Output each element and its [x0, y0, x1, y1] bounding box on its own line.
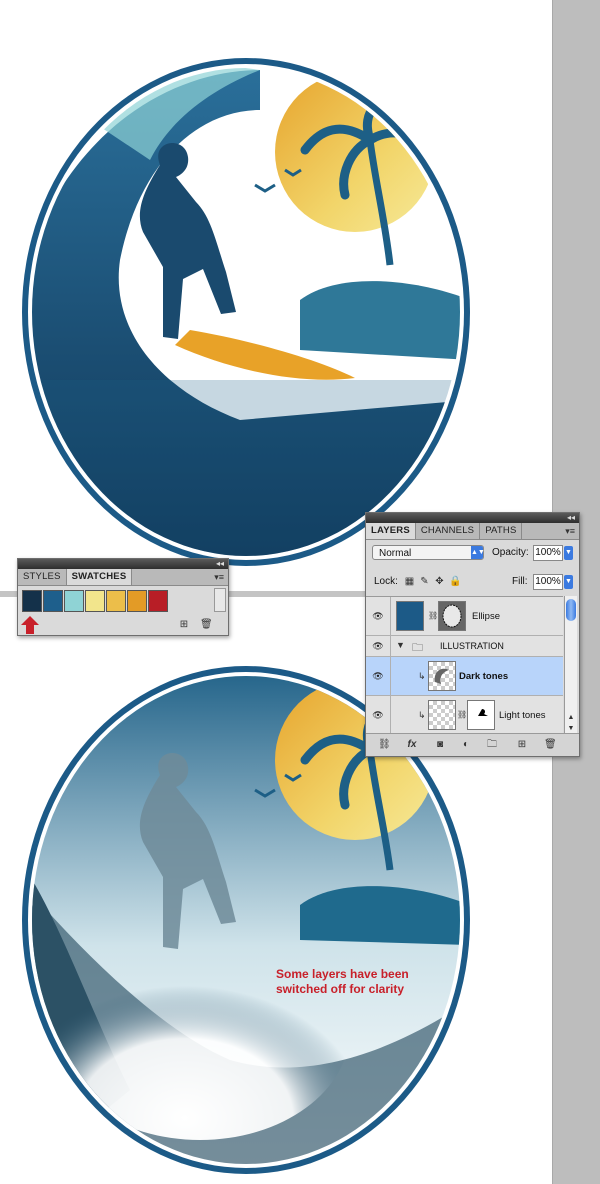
blend-mode-select[interactable]: Normal ▲▼ [372, 545, 485, 560]
annotation-note: Some layers have been switched off for c… [276, 967, 476, 997]
layer-row-ellipse[interactable]: 👁 ⛓ Ellipse [366, 597, 563, 636]
lock-transparency-icon[interactable]: ▦ [404, 576, 415, 587]
folder-icon: 🗀 [412, 642, 423, 654]
layer-mask-thumbnail [467, 700, 495, 730]
eye-icon[interactable]: 👁 [371, 611, 385, 621]
swatch-color[interactable] [148, 590, 168, 612]
layer-list: 👁 ⛓ Ellipse 👁 ▼ 🗀 ILLUSTRATION 👁 ↳ Dark … [366, 596, 563, 735]
layers-scrollbar[interactable]: ▲ ▼ [564, 596, 577, 733]
fx-icon[interactable]: fx [406, 739, 418, 751]
panel-tabs: LAYERS CHANNELS PATHS ▾≡ [366, 523, 579, 540]
opacity-input[interactable]: 100% [533, 545, 563, 561]
blend-options-row: Normal ▲▼ Opacity: 100% ▼ [366, 540, 579, 564]
lock-brush-icon[interactable]: ✎ [419, 576, 430, 587]
lock-label: Lock: [374, 576, 398, 587]
new-layer-icon[interactable]: ⊞ [516, 739, 528, 751]
fill-dropdown-icon[interactable]: ▼ [564, 575, 573, 589]
swatch-color[interactable] [43, 590, 63, 612]
swatch-color[interactable] [22, 590, 42, 612]
eye-icon[interactable]: 👁 [371, 710, 385, 720]
layer-thumbnail [396, 601, 424, 631]
opacity-label: Opacity: [492, 547, 529, 558]
swatches-panel: ◂◂ STYLES SWATCHES ▾≡ ⊞ 🗑 [17, 558, 229, 636]
eye-icon[interactable]: 👁 [371, 671, 385, 681]
eye-icon[interactable]: 👁 [371, 641, 385, 651]
layer-name: Ellipse [472, 611, 500, 622]
annotation-line-1: Some layers have been [276, 967, 409, 981]
blend-mode-value: Normal [379, 548, 412, 559]
trash-icon[interactable]: 🗑 [200, 619, 213, 631]
group-name: ILLUSTRATION [440, 641, 504, 651]
red-arrow-icon [21, 616, 39, 634]
fill-input[interactable]: 100% [533, 574, 563, 590]
lock-all-icon[interactable]: 🔒 [449, 576, 461, 587]
chain-link-icon[interactable]: ⛓ [457, 710, 467, 719]
trash-icon[interactable]: 🗑 [544, 739, 557, 751]
new-group-icon[interactable]: 🗀 [486, 739, 498, 751]
new-swatch-icon[interactable]: ⊞ [178, 619, 190, 631]
swatches-footer: ⊞ 🗑 [178, 619, 213, 631]
layer-name: Dark tones [459, 671, 509, 682]
swatch-color[interactable] [64, 590, 84, 612]
vector-mask-thumbnail [438, 601, 466, 631]
layer-row-light-tones[interactable]: 👁 ↳ ⛓ Light tones [366, 696, 563, 735]
link-layers-icon[interactable]: ⛓ [378, 739, 391, 751]
layers-panel: ◂◂ LAYERS CHANNELS PATHS ▾≡ Normal ▲▼ Op… [365, 512, 580, 757]
lock-move-icon[interactable]: ✥ [434, 576, 445, 587]
tab-swatches[interactable]: SWATCHES [66, 569, 133, 585]
swatch-color[interactable] [127, 590, 147, 612]
add-mask-icon[interactable]: ◙ [434, 739, 446, 751]
collapse-icon[interactable]: ◂◂ [567, 513, 575, 523]
chevron-updown-icon: ▲▼ [471, 546, 485, 559]
panel-menu-icon[interactable]: ▾≡ [565, 523, 575, 539]
panel-titlebar[interactable]: ◂◂ [366, 513, 579, 523]
swatches-scrollbar[interactable] [214, 588, 226, 612]
layer-thumbnail [428, 700, 456, 730]
layer-group-illustration[interactable]: 👁 ▼ 🗀 ILLUSTRATION [366, 636, 563, 657]
annotation-line-2: switched off for clarity [276, 982, 405, 996]
panel-menu-icon[interactable]: ▾≡ [214, 569, 224, 585]
swatch-grid [22, 590, 228, 612]
scroll-up-arrow-icon[interactable]: ▲ [565, 714, 577, 721]
tab-layers[interactable]: LAYERS [366, 523, 416, 539]
layers-footer: ⛓ fx ◙ ◐ 🗀 ⊞ 🗑 [366, 733, 579, 756]
scroll-thumb[interactable] [566, 599, 576, 621]
adjustment-layer-icon[interactable]: ◐ [460, 739, 472, 751]
tab-paths[interactable]: PATHS [480, 523, 523, 539]
tab-channels[interactable]: CHANNELS [416, 523, 481, 539]
layer-name: Light tones [499, 710, 546, 721]
opacity-dropdown-icon[interactable]: ▼ [564, 546, 573, 560]
swatch-color[interactable] [106, 590, 126, 612]
panel-titlebar[interactable]: ◂◂ [18, 559, 228, 569]
scroll-down-arrow-icon[interactable]: ▼ [565, 725, 577, 732]
disclosure-triangle-icon[interactable]: ▼ [396, 640, 405, 650]
tab-styles[interactable]: STYLES [18, 569, 67, 585]
clipping-arrow-icon: ↳ [418, 710, 426, 720]
layer-row-dark-tones[interactable]: 👁 ↳ Dark tones [366, 657, 563, 696]
swatch-color[interactable] [85, 590, 105, 612]
panel-tabs: STYLES SWATCHES ▾≡ [18, 569, 228, 586]
lock-row: Lock: ▦ ✎ ✥ 🔒 Fill: 100% ▼ [366, 572, 579, 592]
layer-thumbnail [428, 661, 456, 691]
collapse-icon[interactable]: ◂◂ [216, 559, 224, 569]
chain-link-icon[interactable]: ⛓ [428, 611, 438, 620]
clipping-arrow-icon: ↳ [418, 671, 426, 681]
fill-label: Fill: [512, 576, 528, 587]
